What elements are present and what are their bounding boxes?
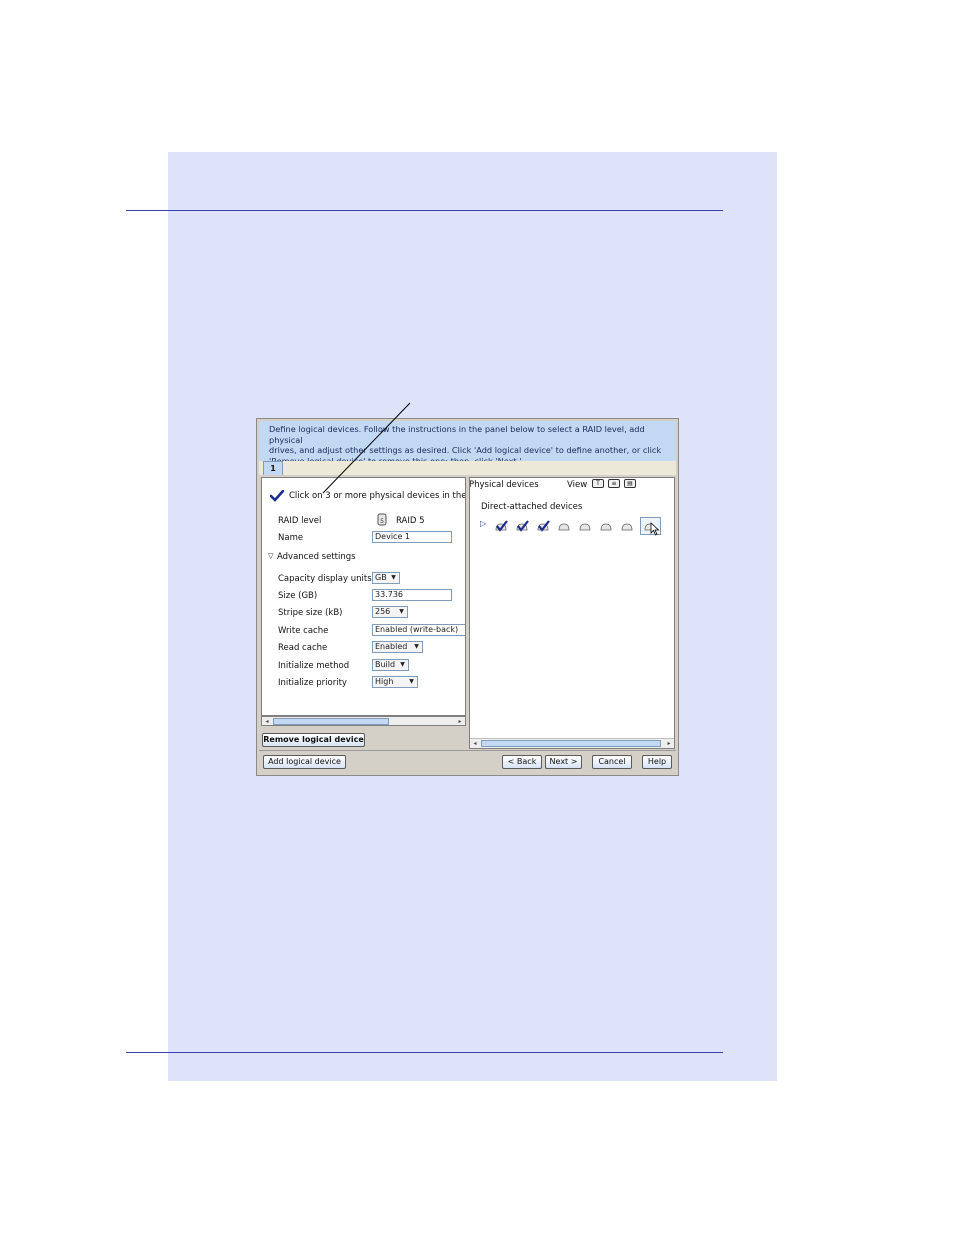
- chevron-down-icon: ▼: [399, 608, 404, 615]
- drive-icon[interactable]: [620, 520, 634, 532]
- right-horizontal-scrollbar[interactable]: ◂ ▸: [470, 738, 674, 748]
- tab-logical-device-1[interactable]: 1: [263, 461, 283, 475]
- scroll-right-arrow-icon[interactable]: ▸: [664, 739, 674, 748]
- write-cache-label: Write cache: [278, 626, 329, 636]
- instructions-line-1: Define logical devices. Follow the instr…: [269, 424, 645, 445]
- capacity-units-select[interactable]: GB ▼: [372, 572, 400, 584]
- initialize-method-select[interactable]: Build ▼: [372, 659, 409, 671]
- drive-icon[interactable]: [599, 520, 613, 532]
- read-cache-value: Enabled: [375, 642, 408, 651]
- direct-attached-devices-label: Direct-attached devices: [481, 502, 583, 512]
- add-logical-device-button[interactable]: Add logical device: [263, 755, 346, 769]
- selected-drive-icon[interactable]: [515, 520, 529, 532]
- hovered-drive[interactable]: [640, 517, 661, 536]
- divider: [259, 750, 676, 751]
- advanced-settings-toggle[interactable]: Advanced settings: [277, 552, 356, 562]
- size-field[interactable]: 33.736: [372, 589, 452, 601]
- next-button[interactable]: Next >: [545, 755, 582, 769]
- detail-view-icon[interactable]: ▤: [624, 479, 636, 488]
- chevron-down-icon: ▼: [400, 661, 405, 668]
- initialize-method-value: Build: [375, 660, 396, 669]
- help-button[interactable]: Help: [642, 755, 672, 769]
- list-view-icon[interactable]: ≡: [608, 479, 620, 488]
- triangle-down-icon[interactable]: ▽: [268, 552, 273, 560]
- size-label: Size (GB): [278, 591, 318, 601]
- remove-logical-device-button[interactable]: Remove logical device: [262, 733, 365, 747]
- svg-text:5: 5: [380, 518, 384, 525]
- name-field[interactable]: Device 1: [372, 531, 452, 543]
- raid-level-label: RAID level: [278, 516, 322, 526]
- logical-device-settings-pane: Click on 3 or more physical devices in t…: [261, 477, 466, 716]
- physical-devices-title: Physical devices: [469, 480, 539, 490]
- raid-5-icon[interactable]: 5: [377, 513, 387, 526]
- right-scroll-thumb[interactable]: [481, 740, 661, 747]
- select-devices-hint: Click on 3 or more physical devices in t…: [289, 491, 466, 501]
- top-rule: [126, 210, 723, 211]
- read-cache-select[interactable]: Enabled ▼: [372, 641, 423, 653]
- pointer-cursor-icon: [650, 522, 660, 536]
- view-label: View: [567, 480, 588, 490]
- left-horizontal-scrollbar[interactable]: ◂ ▸: [261, 716, 466, 726]
- selected-drive-icon[interactable]: [494, 520, 508, 532]
- capacity-units-value: GB: [375, 573, 387, 582]
- scroll-left-arrow-icon[interactable]: ◂: [262, 717, 272, 726]
- read-cache-label: Read cache: [278, 643, 328, 653]
- cancel-button[interactable]: Cancel: [592, 755, 632, 769]
- initialize-method-label: Initialize method: [278, 661, 350, 671]
- drive-icon[interactable]: [578, 520, 592, 532]
- scroll-right-arrow-icon[interactable]: ▸: [455, 717, 465, 726]
- back-button[interactable]: < Back: [502, 755, 542, 769]
- capacity-units-label: Capacity display units: [278, 574, 372, 584]
- chevron-down-icon: ▼: [391, 574, 396, 581]
- checkmark-icon: [270, 490, 284, 502]
- initialize-priority-label: Initialize priority: [278, 678, 347, 688]
- stripe-size-value: 256: [375, 607, 391, 616]
- physical-devices-pane: Physical devices View T ≡ ▤ Direct-attac…: [469, 477, 675, 749]
- write-cache-select[interactable]: Enabled (write-back): [372, 624, 465, 636]
- instructions-banner: Define logical devices. Follow the instr…: [259, 421, 676, 466]
- drive-icon[interactable]: [557, 520, 571, 532]
- chevron-down-icon: ▼: [409, 678, 414, 685]
- initialize-priority-value: High: [375, 677, 394, 686]
- text-view-icon[interactable]: T: [592, 479, 604, 488]
- initialize-priority-select[interactable]: High ▼: [372, 676, 418, 688]
- name-label: Name: [278, 533, 304, 543]
- stripe-size-select[interactable]: 256 ▼: [372, 606, 408, 618]
- instructions-line-2: drives, and adjust other settings as des…: [269, 445, 662, 455]
- expand-arrow-icon[interactable]: ▷: [480, 519, 486, 528]
- chevron-down-icon: ▼: [414, 643, 419, 650]
- tab-strip: 1: [259, 461, 676, 475]
- raid-level-value: RAID 5: [396, 516, 425, 526]
- selected-drive-icon[interactable]: [536, 520, 550, 532]
- scroll-left-arrow-icon[interactable]: ◂: [470, 739, 480, 748]
- left-scroll-thumb[interactable]: [273, 718, 389, 725]
- stripe-size-label: Stripe size (kB): [278, 608, 343, 618]
- wizard-window: Define logical devices. Follow the instr…: [256, 418, 679, 776]
- bottom-rule: [126, 1052, 723, 1053]
